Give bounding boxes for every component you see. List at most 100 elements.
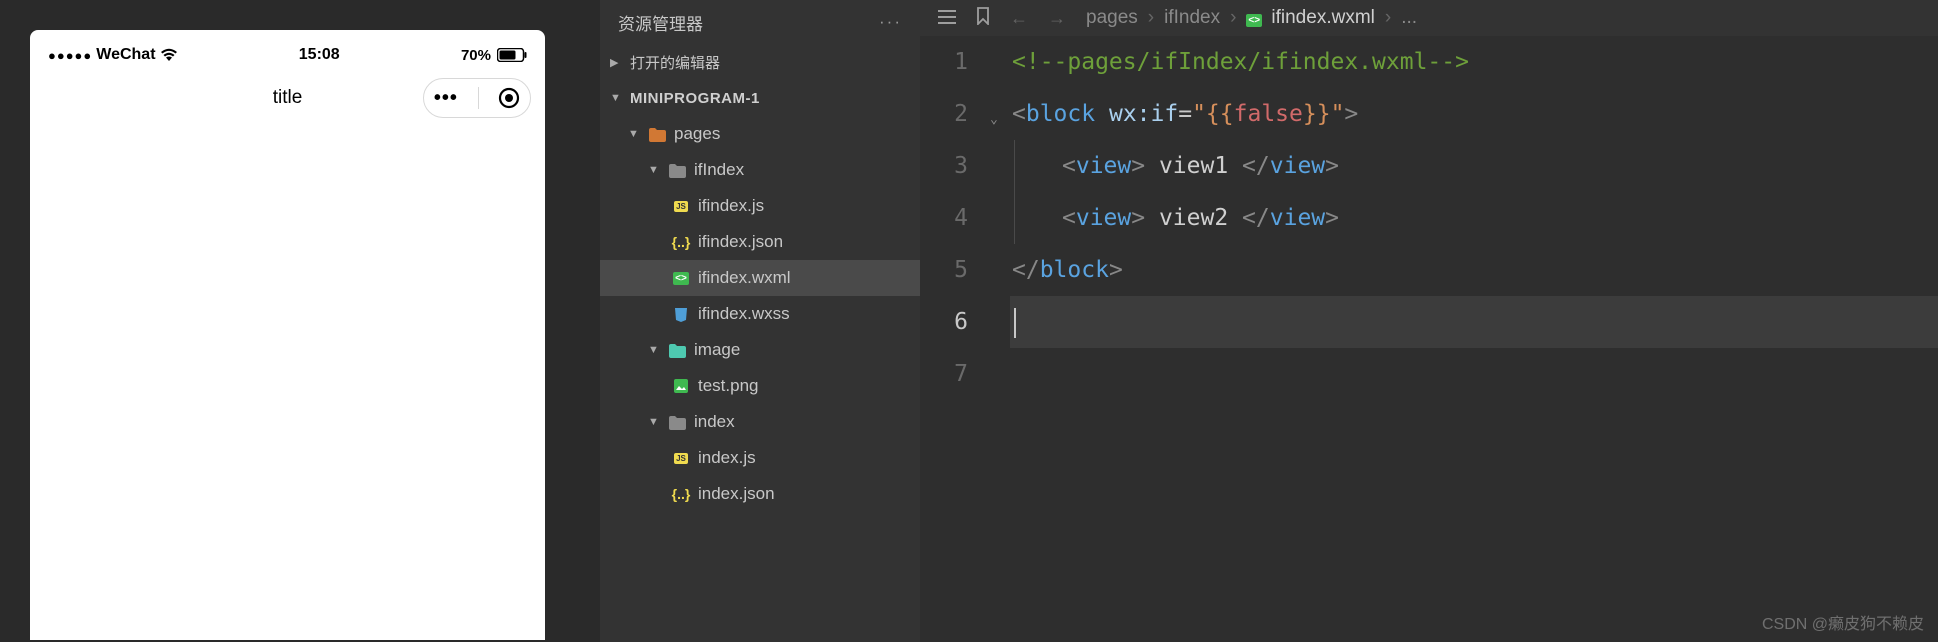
file-ifindex-js[interactable]: JS ifindex.js [600, 188, 920, 224]
tree-item-label: test.png [698, 376, 759, 396]
file-ifindex-wxml[interactable]: <> ifindex.wxml [600, 260, 920, 296]
capsule-more-icon[interactable]: ••• [434, 87, 458, 110]
tree-item-label: ifIndex [694, 160, 744, 180]
file-index-js[interactable]: JS index.js [600, 440, 920, 476]
explorer-panel: 资源管理器 ··· ▶ 打开的编辑器 ▼ MINIPROGRAM-1 ▼ pag… [600, 0, 920, 642]
phone-device: ●●●●● WeChat 15:08 70% title ••• [30, 30, 545, 640]
wxss-file-icon [672, 305, 690, 323]
code-line[interactable]: <block wx:if="{{false}}"> [1010, 88, 1938, 140]
folder-icon [668, 341, 686, 359]
code-line[interactable]: <view> view2 </view> [1010, 192, 1938, 244]
wxml-file-icon: <> [1246, 14, 1262, 27]
tree-item-label: image [694, 340, 740, 360]
editor-topbar: ← → pages › ifIndex › <> ifindex.wxml › … [920, 0, 1938, 36]
breadcrumb: pages › ifIndex › <> ifindex.wxml › ... [1086, 7, 1417, 29]
json-file-icon: {..} [672, 233, 690, 251]
explorer-header: 资源管理器 ··· [600, 0, 920, 44]
phone-status-bar: ●●●●● WeChat 15:08 70% [30, 40, 545, 70]
tree-item-label: index.js [698, 448, 756, 468]
tree-item-label: pages [674, 124, 720, 144]
tree-item-label: ifindex.json [698, 232, 783, 252]
battery-icon [497, 48, 527, 62]
editor-panel: ← → pages › ifIndex › <> ifindex.wxml › … [920, 0, 1938, 642]
signal-icon: ●●●●● [48, 48, 92, 63]
file-index-json[interactable]: {..} index.json [600, 476, 920, 512]
chevron-down-icon: ▼ [648, 344, 660, 356]
folder-icon [668, 161, 686, 179]
fold-gutter[interactable]: ⌄ [990, 36, 1010, 642]
file-ifindex-wxss[interactable]: ifindex.wxss [600, 296, 920, 332]
code-line[interactable] [1010, 296, 1938, 348]
fold-chevron-icon[interactable]: ⌄ [990, 94, 1010, 146]
explorer-more-icon[interactable]: ··· [879, 12, 902, 32]
js-file-icon: JS [672, 449, 690, 467]
chevron-right-icon: › [1385, 7, 1391, 29]
line-number: 6 [920, 296, 968, 348]
capsule-close-icon[interactable] [498, 87, 520, 109]
bookmark-icon[interactable] [976, 7, 990, 30]
line-number: 3 [920, 140, 968, 192]
capsule-divider [478, 87, 479, 109]
cursor [1014, 308, 1016, 338]
line-number: 4 [920, 192, 968, 244]
breadcrumb-file-label: ifindex.wxml [1271, 7, 1374, 28]
editor-body[interactable]: 1 2 3 4 5 6 7 ⌄ <!--pages/ifIndex/ifinde… [920, 36, 1938, 642]
phone-nav-bar: title ••• [30, 70, 545, 126]
code-area[interactable]: <!--pages/ifIndex/ifindex.wxml--> <block… [1010, 36, 1938, 642]
breadcrumb-item[interactable]: ifIndex [1164, 7, 1220, 29]
project-label: MINIPROGRAM-1 [630, 90, 760, 107]
folder-ifindex[interactable]: ▼ ifIndex [600, 152, 920, 188]
status-left: ●●●●● WeChat [48, 46, 178, 64]
tree-item-label: ifindex.wxml [698, 268, 791, 288]
folder-pages[interactable]: ▼ pages [600, 116, 920, 152]
wxml-file-icon: <> [672, 269, 690, 287]
code-line[interactable]: <view> view1 </view> [1010, 140, 1938, 192]
line-number: 2 [920, 88, 968, 140]
chevron-right-icon: › [1148, 7, 1154, 29]
chevron-down-icon: ▼ [648, 416, 660, 428]
nav-back-icon[interactable]: ← [1010, 8, 1028, 29]
line-number: 1 [920, 36, 968, 88]
code-line[interactable]: <!--pages/ifIndex/ifindex.wxml--> [1010, 36, 1938, 88]
tree-item-label: index.json [698, 484, 775, 504]
breadcrumb-more[interactable]: ... [1401, 7, 1417, 29]
chevron-right-icon: ▶ [610, 56, 622, 69]
code-line[interactable]: </block> [1010, 244, 1938, 296]
file-test-png[interactable]: test.png [600, 368, 920, 404]
chevron-down-icon: ▼ [610, 92, 622, 104]
tree-item-label: ifindex.wxss [698, 304, 790, 324]
list-icon[interactable] [938, 8, 956, 29]
battery-pct: 70% [461, 47, 491, 64]
nav-forward-icon[interactable]: → [1048, 8, 1066, 29]
folder-image[interactable]: ▼ image [600, 332, 920, 368]
simulator-panel: ●●●●● WeChat 15:08 70% title ••• [0, 0, 600, 642]
chevron-down-icon: ▼ [628, 128, 640, 140]
tree-item-label: index [694, 412, 735, 432]
image-file-icon [672, 377, 690, 395]
capsule-button[interactable]: ••• [423, 78, 531, 118]
line-gutter: 1 2 3 4 5 6 7 [920, 36, 990, 642]
status-right: 70% [461, 47, 527, 64]
folder-icon [668, 413, 686, 431]
folder-index[interactable]: ▼ index [600, 404, 920, 440]
code-comment: <!--pages/ifIndex/ifindex.wxml--> [1012, 49, 1469, 75]
project-section[interactable]: ▼ MINIPROGRAM-1 [600, 80, 920, 116]
js-file-icon: JS [672, 197, 690, 215]
page-title: title [273, 87, 303, 109]
breadcrumb-item[interactable]: pages [1086, 7, 1138, 29]
breadcrumb-item[interactable]: <> ifindex.wxml [1246, 7, 1374, 29]
tree-item-label: ifindex.js [698, 196, 764, 216]
folder-icon [648, 125, 666, 143]
line-number: 5 [920, 244, 968, 296]
carrier-label: WeChat [96, 46, 155, 64]
json-file-icon: {..} [672, 485, 690, 503]
line-number: 7 [920, 348, 968, 400]
explorer-title: 资源管理器 [618, 10, 703, 35]
open-editors-section[interactable]: ▶ 打开的编辑器 [600, 44, 920, 80]
file-ifindex-json[interactable]: {..} ifindex.json [600, 224, 920, 260]
chevron-down-icon: ▼ [648, 164, 660, 176]
wifi-icon [160, 46, 178, 64]
chevron-right-icon: › [1230, 7, 1236, 29]
status-time: 15:08 [299, 46, 340, 64]
open-editors-label: 打开的编辑器 [630, 52, 720, 73]
